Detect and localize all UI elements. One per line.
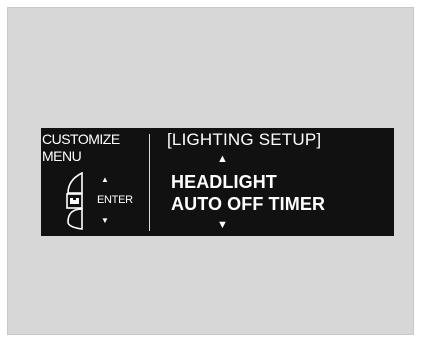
option-line-1: HEADLIGHT <box>171 172 277 192</box>
knob-up-arrow-icon: ▲ <box>101 175 109 184</box>
menu-title: [LIGHTING SETUP] <box>167 130 322 149</box>
multi-information-display: CUSTOMIZE MENU ▲ ENTER ▼ [LIGHTING SETUP… <box>41 128 394 236</box>
enter-label: ENTER <box>97 194 133 206</box>
display-divider <box>149 134 150 231</box>
customize-menu-label: CUSTOMIZE MENU <box>42 131 120 164</box>
scroll-down-arrow-icon: ▼ <box>217 219 228 231</box>
option-line-2: AUTO OFF TIMER <box>171 194 326 214</box>
scroll-up-arrow-icon: ▲ <box>217 153 228 165</box>
knob-down-arrow-icon: ▼ <box>101 216 109 225</box>
diagram-panel: CUSTOMIZE MENU ▲ ENTER ▼ [LIGHTING SETUP… <box>7 7 414 335</box>
